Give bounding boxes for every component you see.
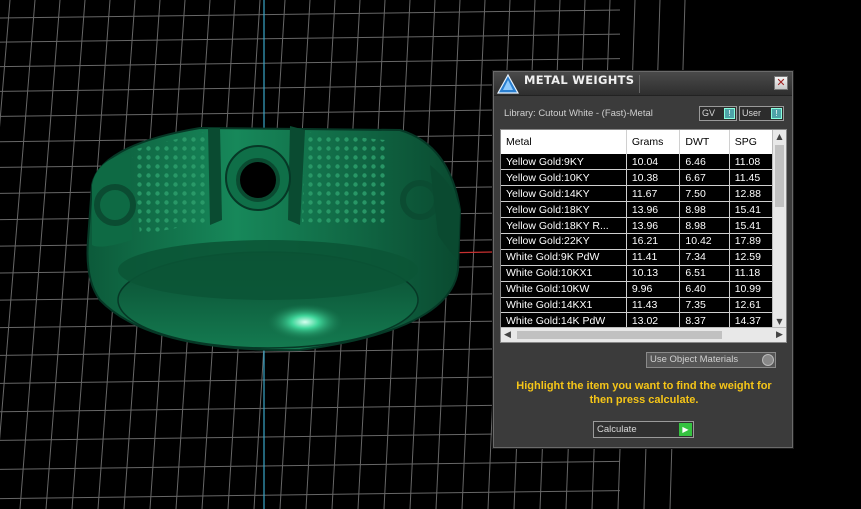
column-header-dwt[interactable]: DWT [679,130,730,154]
cell-grams: 16.21 [626,233,681,250]
cell-dwt: 7.50 [679,185,730,203]
user-select-value: User [742,108,762,118]
cell-grams: 11.43 [626,297,681,314]
cell-metal: Yellow Gold:18KY R... [501,217,627,234]
column-header-grams[interactable]: Grams [626,130,681,154]
close-button[interactable]: ✕ [774,76,788,90]
cell-grams: 11.67 [626,185,681,203]
cell-grams: 13.96 [626,201,681,219]
cell-metal: Yellow Gold:10KY [501,169,627,187]
cell-metal: Yellow Gold:9KY [501,154,627,171]
info-icon: ! [724,108,735,119]
cell-dwt: 10.42 [679,233,730,250]
library-label: Library: Cutout White - (Fast)-Metal [504,108,653,119]
cell-dwt: 6.46 [679,154,730,171]
materials-select-value: Use Object Materials [650,354,739,365]
table-row[interactable]: Yellow Gold:14KY 11.67 7.50 12.88 [501,185,786,203]
cell-metal: White Gold:9K PdW [501,249,627,266]
table-row[interactable]: Yellow Gold:10KY 10.38 6.67 11.45 [501,169,786,187]
cell-grams: 10.13 [626,265,681,282]
play-icon: ▶ [679,423,692,436]
cell-metal: White Gold:10KX1 [501,265,627,282]
radio-icon [762,354,774,366]
info-icon: ! [771,108,782,119]
table-row[interactable]: Yellow Gold:22KY 16.21 10.42 17.89 [501,233,786,250]
vertical-scrollbar[interactable]: ▲ ▼ [772,130,786,328]
cell-dwt: 7.35 [679,297,730,314]
table-row[interactable]: White Gold:10KX1 10.13 6.51 11.18 [501,265,786,282]
table-row[interactable]: Yellow Gold:18KY 13.96 8.98 15.41 [501,201,786,219]
user-select[interactable]: User ! [739,106,784,121]
table-row[interactable]: Yellow Gold:9KY 10.04 6.46 11.08 [501,154,786,171]
cell-metal: White Gold:10KW [501,281,627,298]
cell-dwt: 6.51 [679,265,730,282]
horizontal-scroll-thumb[interactable] [517,331,722,339]
metal-table-grid: Metal Grams DWT SPG Yellow Gold:9KY 10.04… [501,130,786,330]
cell-dwt: 8.98 [679,201,730,219]
title-divider [639,75,640,93]
cell-dwt: 6.40 [679,281,730,298]
cell-metal: Yellow Gold:14KY [501,185,627,203]
cell-grams: 10.04 [626,154,681,171]
calculate-button[interactable]: Calculate ▶ [593,421,694,438]
scroll-right-icon[interactable]: ▶ [773,328,786,342]
metal-table[interactable]: Metal Grams DWT SPG Yellow Gold:9KY 10.04… [500,129,787,343]
cell-dwt: 6.67 [679,169,730,187]
cell-grams: 9.96 [626,281,681,298]
column-header-metal[interactable]: Metal [501,130,627,154]
scroll-left-icon[interactable]: ◀ [501,328,514,342]
cell-metal: Yellow Gold:18KY [501,201,627,219]
table-row[interactable]: Yellow Gold:18KY R... 13.96 8.98 15.41 [501,217,786,234]
app-logo-icon [496,73,520,94]
use-object-materials-select[interactable]: Use Object Materials [646,352,776,368]
table-row[interactable]: White Gold:9K PdW 11.41 7.34 12.59 [501,249,786,266]
gv-select[interactable]: GV ! [699,106,737,121]
table-row[interactable]: White Gold:10KW 9.96 6.40 10.99 [501,281,786,298]
table-row[interactable]: White Gold:14KX1 11.43 7.35 12.61 [501,297,786,314]
panel-titlebar[interactable]: METAL WEIGHTS ✕ [494,72,792,96]
metal-weights-panel: METAL WEIGHTS ✕ Library: Cutout White - … [493,71,793,448]
horizontal-scrollbar[interactable]: ◀ ▶ [501,327,786,342]
cell-dwt: 8.98 [679,217,730,234]
scroll-up-icon[interactable]: ▲ [773,130,786,143]
calculate-label: Calculate [597,424,637,435]
cell-grams: 11.41 [626,249,681,266]
panel-title: METAL WEIGHTS [524,73,635,87]
instruction-text: Highlight the item you want to find the … [516,380,772,406]
table-header-row: Metal Grams DWT SPG [501,130,786,154]
cell-grams: 13.96 [626,217,681,234]
cell-dwt: 7.34 [679,249,730,266]
ring-model[interactable] [86,126,462,352]
gv-select-value: GV [702,108,716,118]
cell-grams: 10.38 [626,169,681,187]
cell-metal: Yellow Gold:22KY [501,233,627,250]
cell-metal: White Gold:14KX1 [501,297,627,314]
vertical-scroll-thumb[interactable] [775,145,784,207]
